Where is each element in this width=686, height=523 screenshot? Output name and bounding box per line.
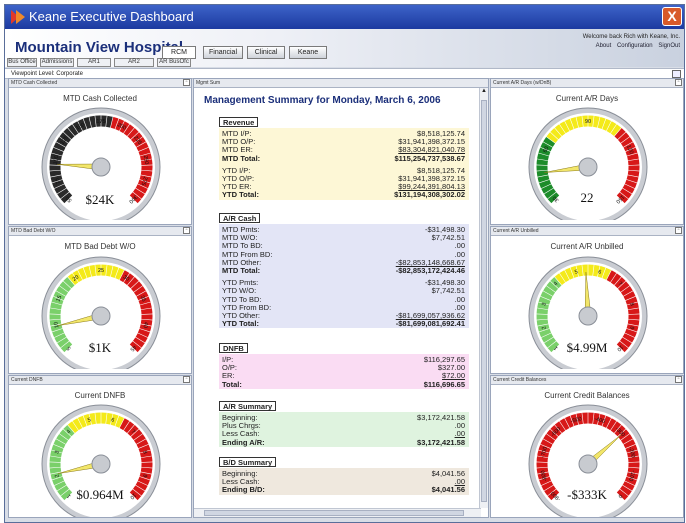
gauge-title: Current Credit Balances [544,391,630,400]
panel-header: MTD Bad Debt W/O ▫ [9,227,191,236]
horizontal-scrollbar[interactable] [194,508,481,517]
row-value: $115,254,737,538.67 [394,153,466,163]
viewpoint-level: Viewpoint Level: Corporate [11,71,83,77]
section-heading: Revenue [219,117,259,127]
gauge-value: $24K [85,192,115,207]
scroll-thumb[interactable] [481,100,487,502]
row-value: $131,194,308,302.02 [394,190,465,200]
title-bar: Keane Executive Dashboard X [5,5,684,29]
panel-menu-icon[interactable]: ▫ [675,227,682,234]
gauge-value: $1K [88,340,112,355]
gauge-title: MTD Bad Debt W/O [64,242,136,251]
panel-header: Current A/R Unbilled ▫ [491,227,683,236]
window-title: Keane Executive Dashboard [29,9,194,24]
gauge-tick-label: 40 [142,321,149,328]
row-value: -$82,853,172,424.46 [395,266,465,275]
subtab-ar-busofc[interactable]: AR BusOfc [157,58,191,67]
panel-menu-icon[interactable]: ▫ [675,79,682,86]
welcome-text: Welcome back Rich with Keane, Inc. [582,34,680,40]
about-link[interactable]: About [596,43,612,49]
gauge-hub [578,157,598,177]
panel-menu-icon[interactable]: ▫ [183,227,190,234]
section-heading: DNFB [219,343,248,353]
sub-tabs: Bus Office Admissions AR1 AR2 AR BusOfc [5,57,684,68]
row-value: $116,696.65 [423,379,465,389]
subtab-ar2[interactable]: AR2 [114,58,154,67]
panel-header: Mgmt Sum [194,79,488,88]
section-heading: B/D Summary [219,457,277,467]
row-value: $4,041.56 [431,485,465,495]
gauge-tick-label: 10 [53,321,60,328]
panel-header: MTD Cash Collected ▫ [9,79,191,88]
panel-menu-icon[interactable]: ▫ [183,79,190,86]
row-value: -$81,699,081,692.41 [395,319,465,329]
hospital-name: Mountain View Hospital [15,39,184,56]
section-heading: A/R Summary [219,401,277,411]
gauge-tick-label: 175 [96,119,105,125]
row-label: MTD Total: [222,153,261,163]
gauge-title: MTD Cash Collected [63,94,137,103]
signout-link[interactable]: SignOut [658,43,680,49]
top-links: About Configuration SignOut [592,43,680,49]
subtab-ar1[interactable]: AR1 [77,58,111,67]
configuration-link[interactable]: Configuration [617,43,653,49]
gauge-title: Current A/R Days [555,94,619,103]
panel-header: Current A/R Days (w/DnB) ▫ [491,79,683,88]
section-heading: A/R Cash [219,213,261,223]
gauge-hub [91,454,111,474]
close-button[interactable]: X [662,7,682,26]
gauge-title: Current DNFB [74,391,126,400]
row-value: $3,172,421.58 [417,437,465,447]
panel-dnfb: Current DNFB ▫ Current DNFB 1 2 3 4 5 6 7 8 9 10 $… [8,375,192,518]
row-label: MTD Total: [222,266,261,275]
subtab-admissions[interactable]: Admissions [40,58,74,67]
subtab-bus-office[interactable]: Bus Office [7,58,37,67]
panel-ar-days: Current A/R Days (w/DnB) ▫ Current A/R Da… [490,78,684,225]
row-label: YTD Total: [222,319,259,329]
gauge-value: -$333K [567,487,607,502]
gauge-hub [578,306,598,326]
gauge-value: 22 [580,190,594,205]
gauge-tick-label: 25 [98,268,104,274]
panel-header: Current DNFB ▫ [9,376,191,385]
gauge-hub [91,157,111,177]
panel-credit-balances: Current Credit Balances ▫ Current Credit … [490,375,684,518]
row-label: Total: [222,379,242,389]
row-label: Ending A/R: [222,437,265,447]
panel-mtd-bad-debt: MTD Bad Debt W/O ▫ MTD Bad Debt W/O 5 10 15… [8,226,192,374]
vertical-scrollbar[interactable]: ▲ [479,88,488,508]
gauge-value: $0.964M [76,487,124,502]
summary-title: Management Summary for Monday, March 6, … [204,95,441,106]
row-label: Ending B/D: [222,485,265,495]
panel-management-summary: Mgmt Sum Management Summary for Monday, … [193,78,489,518]
gauge-hub [578,454,598,474]
hscroll-thumb[interactable] [204,510,464,516]
row-label: YTD Total: [222,190,259,200]
export-icon[interactable] [672,70,681,78]
panel-menu-icon[interactable]: ▫ [183,376,190,383]
gauge-value: $4.99M [566,340,608,355]
keane-logo-icon [11,10,25,24]
panel-menu-icon[interactable]: ▫ [675,376,682,383]
gauge-tick-label: 90 [585,119,591,125]
panel-mtd-cash: MTD Cash Collected ▫ MTD Cash Collected 5… [8,78,192,225]
panel-header: Current Credit Balances ▫ [491,376,683,385]
gauge-title: Current A/R Unbilled [550,242,624,251]
gauge-hub [91,306,111,326]
scroll-up-icon[interactable]: ▲ [481,88,487,96]
panel-ar-unbilled: Current A/R Unbilled ▫ Current A/R Unbill… [490,226,684,374]
